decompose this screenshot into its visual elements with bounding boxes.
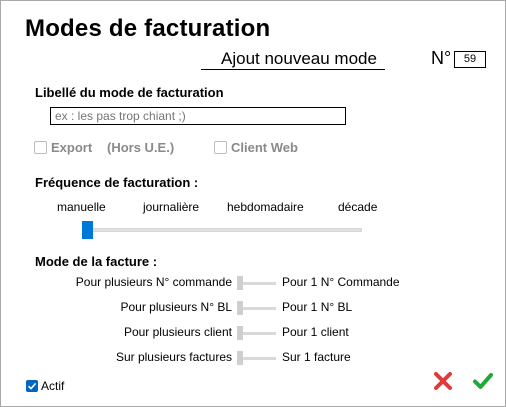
client-web-checkbox-box[interactable] <box>214 141 227 154</box>
hors-ue-label: (Hors U.E.) <box>107 140 175 155</box>
mode-toggle-thumb[interactable] <box>237 351 243 365</box>
export-checkbox[interactable]: Export <box>34 140 92 155</box>
mode-toggle-thumb[interactable] <box>237 276 243 290</box>
dialog-window: Modes de facturation Ajout nouveau mode … <box>0 0 506 407</box>
number-label: N° <box>431 48 452 68</box>
libelle-input[interactable] <box>50 107 346 125</box>
libelle-section-title: Libellé du mode de facturation <box>35 85 224 100</box>
freq-label-decade: décade <box>338 200 378 214</box>
mode-toggle-thumb[interactable] <box>237 326 243 340</box>
page-title: Modes de facturation <box>25 15 271 42</box>
mode-right-label: Pour 1 N° Commande <box>282 275 400 289</box>
frequence-slider-thumb[interactable] <box>82 221 93 239</box>
client-web-checkbox[interactable]: Client Web <box>214 140 298 155</box>
freq-label-manuelle: manuelle <box>57 200 106 214</box>
mode-row-bl: Pour plusieurs N° BL Pour 1 N° BL <box>1 300 506 318</box>
number-field[interactable]: 59 <box>454 51 486 68</box>
mode-left-label: Sur plusieurs factures <box>115 350 232 364</box>
export-checkbox-box[interactable] <box>34 141 47 154</box>
mode-toggle-track[interactable] <box>239 332 276 335</box>
mode-toggle-track[interactable] <box>239 307 276 310</box>
frequence-slider-track[interactable] <box>85 228 362 232</box>
mode-row-commande: Pour plusieurs N° commande Pour 1 N° Com… <box>1 275 506 293</box>
mode-right-label: Pour 1 client <box>282 325 349 339</box>
mode-toggle-thumb[interactable] <box>237 301 243 315</box>
frequence-section-title: Fréquence de facturation : <box>35 175 199 190</box>
validate-button[interactable] <box>471 369 495 393</box>
mode-right-label: Sur 1 facture <box>282 350 351 364</box>
mode-row-client: Pour plusieurs client Pour 1 client <box>1 325 506 343</box>
actif-label: Actif <box>41 379 65 393</box>
check-icon <box>473 373 493 389</box>
mode-toggle-track[interactable] <box>239 282 276 285</box>
freq-label-hebdomadaire: hebdomadaire <box>227 200 304 214</box>
cancel-button[interactable] <box>431 369 455 393</box>
mode-left-label: Pour plusieurs N° commande <box>75 275 232 289</box>
actif-checkbox[interactable]: Actif <box>26 379 64 393</box>
mode-toggle-track[interactable] <box>239 357 276 360</box>
actif-checkbox-box[interactable] <box>26 380 38 392</box>
subtitle-underline <box>201 69 385 70</box>
mode-facture-section-title: Mode de la facture : <box>35 254 158 269</box>
mode-left-label: Pour plusieurs client <box>123 325 232 339</box>
checkmark-icon <box>27 382 37 390</box>
client-web-label: Client Web <box>231 140 298 155</box>
mode-left-label: Pour plusieurs N° BL <box>120 300 232 314</box>
subtitle: Ajout nouveau mode <box>221 49 377 68</box>
mode-right-label: Pour 1 N° BL <box>282 300 353 314</box>
export-label: Export <box>51 140 93 155</box>
close-icon <box>434 372 452 390</box>
freq-label-journaliere: journalière <box>143 200 200 214</box>
mode-row-factures: Sur plusieurs factures Sur 1 facture <box>1 350 506 368</box>
